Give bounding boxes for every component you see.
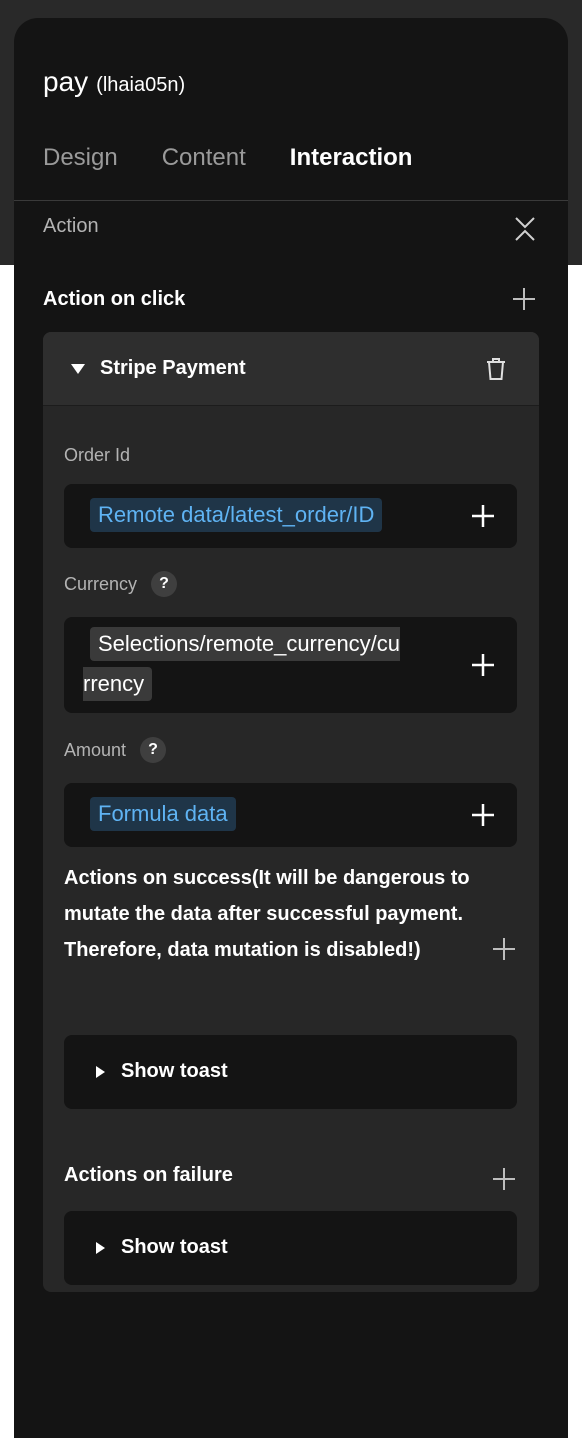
add-click-action-icon[interactable] (512, 287, 536, 311)
failure-show-toast-item[interactable]: Show toast (64, 1211, 517, 1285)
action-on-click-label: Action on click (43, 288, 186, 310)
failure-action-label: Show toast (121, 1236, 228, 1258)
amount-label: Amount (64, 739, 127, 760)
currency-label-row: Currency ? (64, 571, 178, 597)
component-title: pay (lhaia05n) (43, 66, 185, 98)
actions-on-failure-label: Actions on failure (64, 1164, 233, 1186)
currency-add-icon[interactable] (471, 653, 495, 677)
caret-down-icon[interactable] (71, 364, 85, 374)
order-id-value-chip[interactable]: Remote data/latest_order/ID (90, 498, 383, 532)
add-failure-action-icon[interactable] (492, 1167, 516, 1191)
amount-label-row: Amount ? (64, 737, 167, 763)
currency-value-chip-line2[interactable]: rrency (83, 667, 153, 701)
caret-right-icon[interactable] (96, 1066, 105, 1078)
amount-add-icon[interactable] (471, 803, 495, 827)
tabs-divider (14, 200, 568, 201)
stripe-payment-header[interactable]: Stripe Payment (43, 332, 539, 406)
success-action-label: Show toast (121, 1060, 228, 1082)
order-id-add-icon[interactable] (471, 504, 495, 528)
order-id-label: Order Id (64, 445, 131, 465)
section-label-action: Action (43, 215, 99, 237)
actions-on-success-label: Actions on success(It will be dangerous … (64, 867, 470, 961)
tab-design[interactable]: Design (43, 144, 118, 172)
currency-value-chip-line1[interactable]: Selections/remote_currency/cu (90, 627, 401, 661)
tab-bar: Design Content Interaction (43, 144, 456, 172)
amount-value-chip[interactable]: Formula data (90, 797, 236, 831)
trash-icon[interactable] (483, 356, 509, 382)
caret-right-icon[interactable] (96, 1242, 105, 1254)
currency-label: Currency (64, 573, 138, 594)
amount-help-icon[interactable]: ? (140, 737, 167, 763)
collapse-chevrons-icon[interactable] (514, 216, 536, 242)
stripe-payment-title: Stripe Payment (100, 357, 246, 379)
add-success-action-icon[interactable] (492, 937, 516, 961)
component-id: (lhaia05n) (96, 74, 186, 96)
tab-content[interactable]: Content (162, 144, 246, 172)
amount-field[interactable]: Formula data (64, 783, 517, 847)
currency-field[interactable]: Selections/remote_currency/cu rrency (64, 617, 517, 713)
stripe-payment-card: Stripe Payment Order Id Remote data/late… (43, 332, 539, 1292)
properties-panel: pay (lhaia05n) Design Content Interactio… (14, 18, 568, 1438)
currency-help-icon[interactable]: ? (151, 571, 178, 597)
success-show-toast-item[interactable]: Show toast (64, 1035, 517, 1109)
tab-interaction[interactable]: Interaction (290, 144, 413, 172)
component-name: pay (43, 66, 89, 97)
order-id-field[interactable]: Remote data/latest_order/ID (64, 484, 517, 548)
